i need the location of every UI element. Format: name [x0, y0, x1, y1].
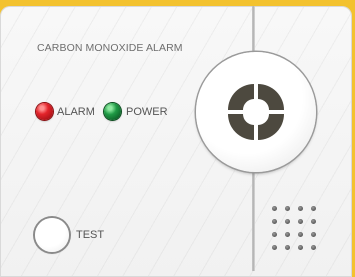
- four-segment-ring-icon: [228, 84, 284, 140]
- power-label: POWER: [126, 106, 168, 118]
- speaker-hole: [285, 219, 290, 224]
- co-alarm-device: CARBON MONOXIDE ALARM ALARM POWER TEST: [0, 6, 352, 277]
- speaker-hole: [285, 245, 290, 250]
- speaker-hole: [285, 206, 290, 211]
- speaker-hole: [272, 219, 277, 224]
- power-led-icon: [104, 103, 121, 120]
- test-label: TEST: [76, 229, 105, 241]
- speaker-hole: [272, 206, 277, 211]
- alarm-label: ALARM: [57, 106, 95, 118]
- speaker-hole: [298, 245, 303, 250]
- speaker-hole: [298, 206, 303, 211]
- test-button[interactable]: [35, 218, 69, 252]
- speaker-hole: [298, 219, 303, 224]
- alarm-led-icon: [36, 103, 53, 120]
- speaker-hole: [311, 245, 316, 250]
- speaker-grille-icon: [268, 204, 328, 256]
- speaker-hole: [311, 232, 316, 237]
- speaker-hole: [298, 232, 303, 237]
- speaker-hole: [272, 245, 277, 250]
- speaker-hole: [285, 232, 290, 237]
- speaker-hole: [311, 206, 316, 211]
- speaker-hole: [272, 232, 277, 237]
- center-button[interactable]: [196, 52, 316, 172]
- device-title: CARBON MONOXIDE ALARM: [37, 42, 183, 54]
- speaker-hole: [311, 219, 316, 224]
